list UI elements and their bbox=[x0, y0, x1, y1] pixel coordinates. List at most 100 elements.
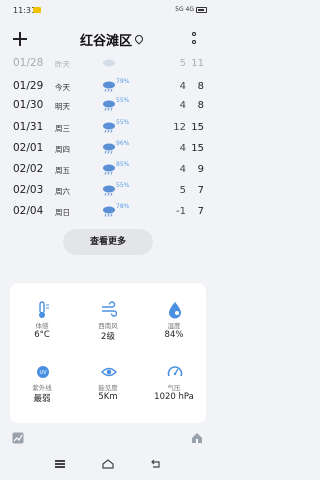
detail-uv: UV 紫外线 最弱 bbox=[10, 355, 74, 415]
detail-label: 湿度 bbox=[167, 322, 181, 330]
forecast-day: 周六 bbox=[55, 187, 70, 196]
detail-value: 2级 bbox=[101, 332, 115, 342]
forecast-day: 周四 bbox=[55, 145, 70, 154]
weather-details-card: 体感 6°C 西南风 2级 湿度 84% UV 紫外线 最弱 能见度 5Km 气… bbox=[10, 283, 206, 423]
back-icon[interactable] bbox=[150, 459, 161, 469]
battery-icon bbox=[196, 6, 207, 13]
network-label: 5G 4G bbox=[175, 6, 194, 13]
detail-wind: 西南风 2级 bbox=[76, 293, 140, 353]
status-bar: 11:31 5G 4G bbox=[0, 0, 216, 24]
forecast-low: 4 bbox=[179, 81, 186, 92]
rain-cloud-icon bbox=[103, 81, 115, 92]
forecast-low: 4 bbox=[179, 164, 186, 175]
rain-cloud-icon bbox=[103, 164, 115, 175]
forecast-date: 02/04 bbox=[13, 205, 44, 217]
pressure-icon bbox=[167, 366, 183, 377]
svg-text:UV: UV bbox=[39, 370, 47, 376]
city-name: 红谷滩区 bbox=[80, 34, 133, 49]
forecast-date: 02/01 bbox=[13, 142, 44, 154]
menu-line-icon bbox=[55, 466, 65, 468]
cloud-icon bbox=[103, 59, 115, 67]
bottom-toolbar bbox=[0, 432, 216, 448]
forecast-date: 02/02 bbox=[13, 163, 44, 175]
rain-cloud-icon bbox=[103, 143, 115, 154]
detail-feels-like: 体感 6°C bbox=[10, 293, 74, 353]
uv-icon: UV bbox=[37, 366, 49, 378]
forecast-day: 周五 bbox=[55, 166, 70, 175]
forecast-low: 12 bbox=[173, 122, 186, 133]
detail-value: 最弱 bbox=[33, 394, 51, 404]
forecast-row[interactable]: 02/03 周六 55% 5 7 bbox=[0, 182, 216, 200]
forecast-high: 8 bbox=[197, 81, 204, 92]
thermometer-icon bbox=[39, 301, 49, 318]
status-icons: 5G 4G bbox=[175, 6, 207, 13]
forecast-day: 周日 bbox=[55, 208, 70, 217]
forecast-high: 15 bbox=[191, 122, 204, 133]
detail-value: 84% bbox=[164, 330, 184, 340]
detail-label: 紫外线 bbox=[32, 384, 52, 392]
detail-visibility: 能见度 5Km bbox=[76, 355, 140, 415]
recents-button[interactable] bbox=[55, 460, 65, 468]
forecast-row[interactable]: 02/02 周五 85% 4 9 bbox=[0, 161, 216, 179]
forecast-row[interactable]: 01/29 今天 79% 4 8 bbox=[0, 78, 216, 96]
humidity-icon bbox=[169, 302, 181, 319]
forecast-day: 今天 bbox=[55, 83, 70, 92]
forecast-date: 01/31 bbox=[13, 121, 44, 133]
more-options-button[interactable] bbox=[189, 32, 199, 48]
forecast-high: 9 bbox=[197, 164, 204, 175]
visibility-icon bbox=[101, 367, 117, 377]
forecast-row[interactable]: 01/31 周三 55% 12 15 bbox=[0, 119, 216, 137]
forecast-high: 15 bbox=[191, 143, 204, 154]
rain-cloud-icon bbox=[103, 100, 115, 111]
precipitation-chance: 85% bbox=[116, 161, 130, 168]
forecast-row[interactable]: 02/04 周日 78% -1 7 bbox=[0, 203, 216, 221]
forecast-high: 7 bbox=[197, 185, 204, 196]
dot-icon bbox=[192, 40, 196, 44]
system-navigation-bar bbox=[0, 457, 216, 475]
wind-icon bbox=[102, 301, 117, 317]
detail-label: 能见度 bbox=[98, 384, 118, 392]
forecast-date: 01/29 bbox=[13, 80, 44, 92]
forecast-day: 昨天 bbox=[55, 60, 70, 69]
rain-cloud-icon bbox=[103, 185, 115, 196]
location-pin-icon bbox=[135, 35, 142, 44]
forecast-row[interactable]: 01/28 昨天 5 11 bbox=[0, 55, 216, 73]
forecast-low: -1 bbox=[176, 206, 186, 217]
menu-line-icon bbox=[55, 460, 65, 462]
forecast-day: 明天 bbox=[55, 102, 70, 111]
forecast-date: 01/30 bbox=[13, 99, 44, 111]
forecast-low: 5 bbox=[179, 185, 186, 196]
nav-home-icon[interactable] bbox=[102, 459, 114, 469]
forecast-high: 8 bbox=[197, 100, 204, 111]
menu-line-icon bbox=[55, 463, 65, 465]
forecast-date: 01/28 bbox=[13, 57, 44, 69]
home-icon[interactable] bbox=[191, 432, 203, 444]
precipitation-chance: 79% bbox=[116, 78, 130, 85]
detail-value: 6°C bbox=[34, 330, 50, 340]
detail-label: 西南风 bbox=[98, 322, 118, 330]
precipitation-chance: 96% bbox=[116, 140, 130, 147]
detail-label: 体感 bbox=[35, 322, 49, 330]
forecast-date: 02/03 bbox=[13, 184, 44, 196]
notification-icon bbox=[33, 7, 41, 13]
city-title: 红谷滩区 bbox=[80, 30, 142, 49]
forecast-low: 4 bbox=[179, 100, 186, 111]
precipitation-chance: 55% bbox=[116, 119, 130, 126]
top-bar: 红谷滩区 bbox=[0, 28, 216, 52]
precipitation-chance: 55% bbox=[116, 97, 130, 104]
forecast-low: 4 bbox=[179, 143, 186, 154]
add-city-button[interactable] bbox=[13, 31, 29, 47]
detail-label: 气压 bbox=[167, 384, 181, 392]
forecast-high: 11 bbox=[191, 58, 204, 69]
detail-pressure: 气压 1020 hPa bbox=[142, 355, 206, 415]
detail-value: 5Km bbox=[98, 392, 118, 402]
trend-chart-icon[interactable] bbox=[12, 432, 24, 444]
forecast-row[interactable]: 01/30 明天 55% 4 8 bbox=[0, 97, 216, 115]
detail-humidity: 湿度 84% bbox=[142, 293, 206, 353]
rain-cloud-icon bbox=[103, 122, 115, 133]
forecast-row[interactable]: 02/01 周四 96% 4 15 bbox=[0, 140, 216, 158]
dot-icon bbox=[192, 32, 196, 36]
detail-value: 1020 hPa bbox=[154, 392, 194, 402]
forecast-day: 周三 bbox=[55, 124, 70, 133]
view-more-button[interactable]: 查看更多 bbox=[63, 229, 153, 255]
